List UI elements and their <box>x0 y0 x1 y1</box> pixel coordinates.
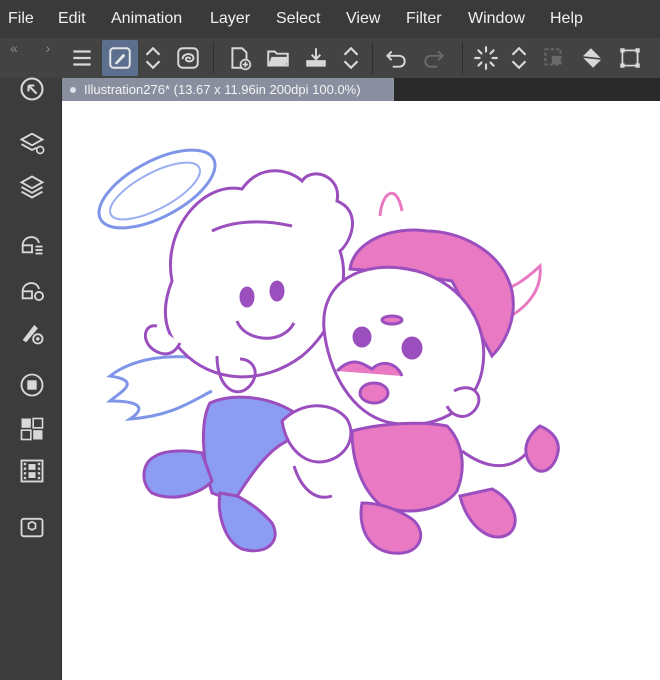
sub-tool-button[interactable] <box>17 228 47 258</box>
tool-property-button[interactable] <box>17 274 47 304</box>
loading-button[interactable] <box>468 40 504 76</box>
command-bar: « › <box>0 38 660 78</box>
brush-settings-button[interactable] <box>102 40 138 76</box>
transform-button[interactable] <box>612 40 648 76</box>
updown-button-3[interactable] <box>504 40 534 76</box>
wing-shape <box>105 355 213 421</box>
timeline-film-icon <box>20 459 44 483</box>
updown-button-2[interactable] <box>336 40 366 76</box>
menu-filter[interactable]: Filter <box>406 10 442 28</box>
menu-bar: File Edit Animation Layer Select View Fi… <box>0 0 660 38</box>
tool-property-icon <box>21 282 45 302</box>
color-wheel-button[interactable] <box>17 370 47 400</box>
open-folder-icon <box>267 50 289 67</box>
menu-window[interactable]: Window <box>468 10 525 28</box>
save-button[interactable] <box>298 40 334 76</box>
spinner-icon <box>474 46 498 70</box>
selection-marquee-icon <box>544 48 562 66</box>
menu-edit[interactable]: Edit <box>58 10 86 28</box>
menu-view[interactable]: View <box>346 10 380 28</box>
undo-icon <box>385 50 406 68</box>
menu-help[interactable]: Help <box>550 10 583 28</box>
artboard[interactable] <box>62 101 660 680</box>
chevron-updown-icon <box>145 46 161 70</box>
menu-layer[interactable]: Layer <box>210 10 250 28</box>
color-wheel-icon <box>20 373 44 397</box>
illustration-artwork <box>97 148 560 555</box>
toolbar-divider <box>213 42 214 74</box>
redo-button[interactable] <box>416 40 452 76</box>
color-set-icon <box>20 417 44 441</box>
sub-tool-icon <box>21 236 43 255</box>
save-tray-icon <box>306 48 326 67</box>
navigator-icon <box>20 77 44 101</box>
navigator-button[interactable] <box>17 74 47 104</box>
fill-button[interactable] <box>574 40 610 76</box>
hamburger-menu-button[interactable] <box>64 40 100 76</box>
hamburger-icon <box>73 50 91 66</box>
angel-body <box>142 395 294 553</box>
toolbar-divider <box>372 42 373 74</box>
canvas-area: Illustration276* (13.67 x 11.96in 200dpi… <box>62 78 660 680</box>
material-button[interactable] <box>17 512 47 542</box>
layer-property-button[interactable] <box>17 128 47 158</box>
menu-animation[interactable]: Animation <box>111 10 182 28</box>
redo-icon <box>424 50 445 68</box>
open-button[interactable] <box>260 40 296 76</box>
devil-tail <box>461 424 560 473</box>
undo-button[interactable] <box>378 40 414 76</box>
updown-button-1[interactable] <box>138 40 168 76</box>
lasso-button[interactable] <box>170 40 206 76</box>
menu-file[interactable]: File <box>8 10 34 28</box>
new-document-button[interactable] <box>222 40 258 76</box>
layer-property-icon <box>19 132 45 155</box>
selection-button[interactable] <box>536 40 572 76</box>
angel-head <box>143 169 354 394</box>
menu-select[interactable]: Select <box>276 10 320 28</box>
toolbar-divider <box>462 42 463 74</box>
transform-icon <box>620 48 640 68</box>
nav-back-icon[interactable]: « <box>0 38 28 58</box>
tool-palette <box>0 77 62 680</box>
chevron-updown-icon <box>343 46 359 70</box>
brush-size-icon <box>22 324 44 345</box>
fill-bucket-icon <box>582 48 602 68</box>
brush-square-icon <box>109 47 131 69</box>
new-document-icon <box>231 47 252 71</box>
chevron-updown-icon <box>511 46 527 70</box>
clasped-hands <box>280 404 353 499</box>
document-tab[interactable]: Illustration276* (13.67 x 11.96in 200dpi… <box>62 78 394 101</box>
lasso-icon <box>177 47 199 69</box>
nav-forward-icon[interactable]: › <box>34 38 62 58</box>
color-set-button[interactable] <box>17 414 47 444</box>
material-box-icon <box>20 517 44 538</box>
brush-size-button[interactable] <box>17 318 47 348</box>
devil-body <box>350 421 517 555</box>
layers-icon <box>19 175 45 199</box>
document-title: Illustration276* (13.67 x 11.96in 200dpi… <box>84 82 361 97</box>
layers-button[interactable] <box>17 172 47 202</box>
unsaved-dot-icon <box>70 86 76 93</box>
timeline-button[interactable] <box>17 456 47 486</box>
